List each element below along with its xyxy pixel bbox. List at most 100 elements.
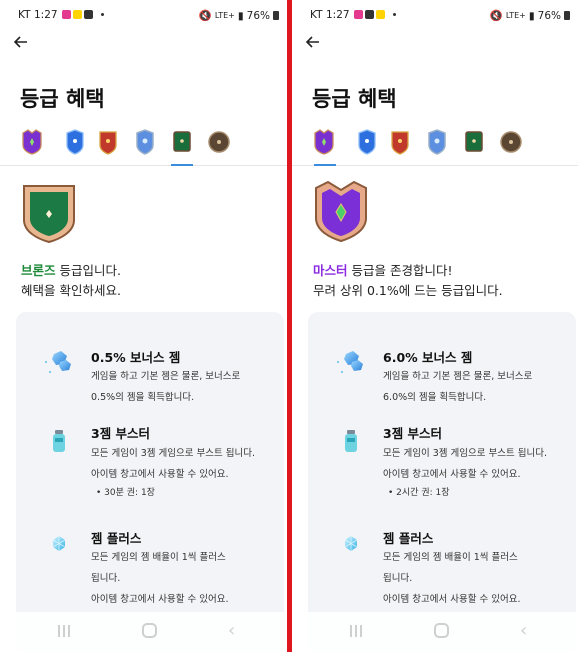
status-bar: KT 1:27 🔇 LTE+ ▮ 76%	[0, 0, 287, 30]
booster-bottle-icon	[53, 430, 65, 452]
screenshot-stage: KT 1:27 🔇 LTE+ ▮ 76% 등급 혜택 브론즈 등급입니다. 혜택…	[0, 0, 578, 652]
recent-apps-button[interactable]	[58, 625, 72, 637]
tab-emerald[interactable]	[170, 128, 194, 156]
benefit-2-icon	[42, 426, 76, 456]
home-button[interactable]	[434, 623, 449, 638]
benefit-1-desc-line1: 게임을 하고 기본 젬은 물론, 보너스로	[91, 371, 241, 382]
tab-sapphire[interactable]	[63, 128, 87, 156]
recent-apps-button[interactable]	[350, 625, 364, 637]
benefit-2-title: 3젬 부스터	[91, 426, 151, 441]
phone-screen-master: KT 1:27 🔇 LTE+ ▮ 76% 등급 혜택 마스터 등급을 존경합니다…	[292, 0, 578, 652]
tier-name: 마스터	[313, 263, 348, 278]
back-button[interactable]	[13, 34, 36, 54]
tab-sapphire[interactable]	[355, 128, 379, 156]
tab-bronze[interactable]	[499, 128, 523, 156]
tier-name: 브론즈	[21, 263, 56, 278]
tier-message-suffix: 등급을 존경합니다!	[347, 263, 453, 278]
system-back-button[interactable]: ‹	[228, 620, 235, 641]
more-notifications-dot-icon	[101, 13, 104, 16]
diamond-shield-icon	[136, 129, 154, 155]
benefit-1-desc: 게임을 하고 기본 젬은 물론, 보너스로 0.5%의 젬을 획득합니다.	[91, 366, 271, 408]
battery-level: 76%	[246, 9, 270, 22]
benefit-3-desc-line3: 아이템 창고에서 사용할 수 있어요.	[383, 594, 521, 605]
back-button[interactable]	[305, 34, 328, 54]
tab-emerald[interactable]	[462, 128, 486, 156]
diamond-shield-icon	[428, 129, 446, 155]
master-shield-icon	[22, 129, 42, 155]
tab-master[interactable]	[312, 128, 336, 156]
clock-time: 1:27	[326, 9, 350, 21]
benefit-3-icon	[42, 530, 76, 560]
benefit-2-desc: 모든 게임이 3젬 게임으로 부스트 됩니다. 아이템 창고에서 사용할 수 있…	[383, 443, 563, 485]
benefit-1-icon	[42, 348, 76, 378]
carrier-label: KT	[18, 9, 31, 21]
battery-level: 76%	[537, 9, 561, 22]
gem-plus-icon	[344, 536, 358, 551]
emerald-shield-icon	[173, 131, 191, 152]
benefit-2-desc: 모든 게임이 3젬 게임으로 부스트 됩니다. 아이템 창고에서 사용할 수 있…	[91, 443, 271, 485]
benefit-2-icon	[334, 426, 368, 456]
tab-master[interactable]	[20, 128, 44, 156]
network-type: LTE+	[214, 11, 235, 20]
benefit-3-title: 젬 플러스	[91, 531, 142, 546]
battery-icon	[273, 11, 279, 20]
status-right: 🔇 LTE+ ▮ 76%	[199, 9, 279, 22]
tab-bronze[interactable]	[207, 128, 231, 156]
gem-plus-icon	[52, 536, 66, 551]
battery-icon	[564, 11, 570, 20]
master-emblem-icon	[315, 180, 367, 243]
tier-message-line2: 무려 상위 0.1%에 드는 등급입니다.	[313, 283, 503, 298]
back-arrow-icon	[305, 36, 319, 48]
benefit-2-bullet-text: 30분 권: 1장	[104, 488, 155, 498]
benefit-1-desc-line1: 게임을 하고 기본 젬은 물론, 보너스로	[383, 371, 533, 382]
tier-message: 브론즈 등급입니다. 혜택을 확인하세요.	[21, 261, 121, 301]
tabs-divider	[0, 165, 287, 166]
bronze-shield-icon	[208, 131, 230, 153]
back-arrow-icon	[13, 36, 27, 48]
more-notifications-dot-icon	[393, 13, 396, 16]
tier-tabs	[20, 128, 270, 166]
status-bar: KT 1:27 🔇 LTE+ ▮ 76%	[292, 0, 578, 30]
system-back-button[interactable]: ‹	[520, 620, 527, 641]
tab-ruby[interactable]	[96, 128, 120, 156]
gallery-notification-icon	[84, 10, 93, 19]
emerald-shield-icon	[465, 131, 483, 152]
benefit-2-desc-line1: 모든 게임이 3젬 게임으로 부스트 됩니다.	[91, 448, 256, 459]
network-type: LTE+	[505, 11, 526, 20]
benefit-2-desc-line2: 아이템 창고에서 사용할 수 있어요.	[383, 469, 521, 480]
home-button[interactable]	[142, 623, 157, 638]
selected-tab-indicator	[171, 164, 193, 166]
mute-icon: 🔇	[198, 10, 212, 22]
notification-icons	[354, 10, 396, 19]
benefit-3-desc-line2: 됩니다.	[91, 573, 121, 584]
app-notification-icon	[354, 10, 363, 19]
benefit-3-icon	[334, 530, 368, 560]
system-nav-bar: ‹	[0, 612, 287, 652]
benefit-3-desc: 모든 게임의 젬 배율이 1씩 플러스 됩니다. 아이템 창고에서 사용할 수 …	[383, 547, 563, 610]
benefit-2-bullet: • 2시간 권: 1장	[388, 488, 450, 498]
tab-ruby[interactable]	[388, 128, 412, 156]
carrier-label: KT	[310, 9, 323, 21]
tab-diamond[interactable]	[425, 128, 449, 156]
benefit-3-desc: 모든 게임의 젬 배율이 1씩 플러스 됩니다. 아이템 창고에서 사용할 수 …	[91, 547, 271, 610]
page-title: 등급 혜택	[312, 87, 397, 111]
ruby-shield-icon	[391, 131, 409, 155]
tab-diamond[interactable]	[133, 128, 157, 156]
tier-message-suffix: 등급입니다.	[55, 263, 121, 278]
kakao-notification-icon	[376, 10, 385, 19]
benefit-2-desc-line2: 아이템 창고에서 사용할 수 있어요.	[91, 469, 229, 480]
benefit-1-desc: 게임을 하고 기본 젬은 물론, 보너스로 6.0%의 젬을 획득합니다.	[383, 366, 563, 408]
benefit-1-title: 6.0% 보너스 젬	[383, 350, 473, 365]
bronze-emblem-icon	[23, 185, 75, 244]
signal-icon: ▮	[237, 9, 244, 22]
benefits-card: 6.0% 보너스 젬 게임을 하고 기본 젬은 물론, 보너스로 6.0%의 젬…	[308, 312, 576, 652]
gems-icon	[337, 351, 363, 373]
benefits-card: 0.5% 보너스 젬 게임을 하고 기본 젬은 물론, 보너스로 0.5%의 젬…	[16, 312, 284, 652]
mute-icon: 🔇	[489, 10, 503, 22]
benefit-3-desc-line1: 모든 게임의 젬 배율이 1씩 플러스	[91, 552, 226, 563]
benefit-1-desc-line2: 6.0%의 젬을 획득합니다.	[383, 392, 487, 403]
benefit-3-desc-line2: 됩니다.	[383, 573, 413, 584]
benefit-2-bullet-text: 2시간 권: 1장	[396, 488, 450, 498]
benefit-1-icon	[334, 348, 368, 378]
gems-icon	[45, 351, 71, 373]
